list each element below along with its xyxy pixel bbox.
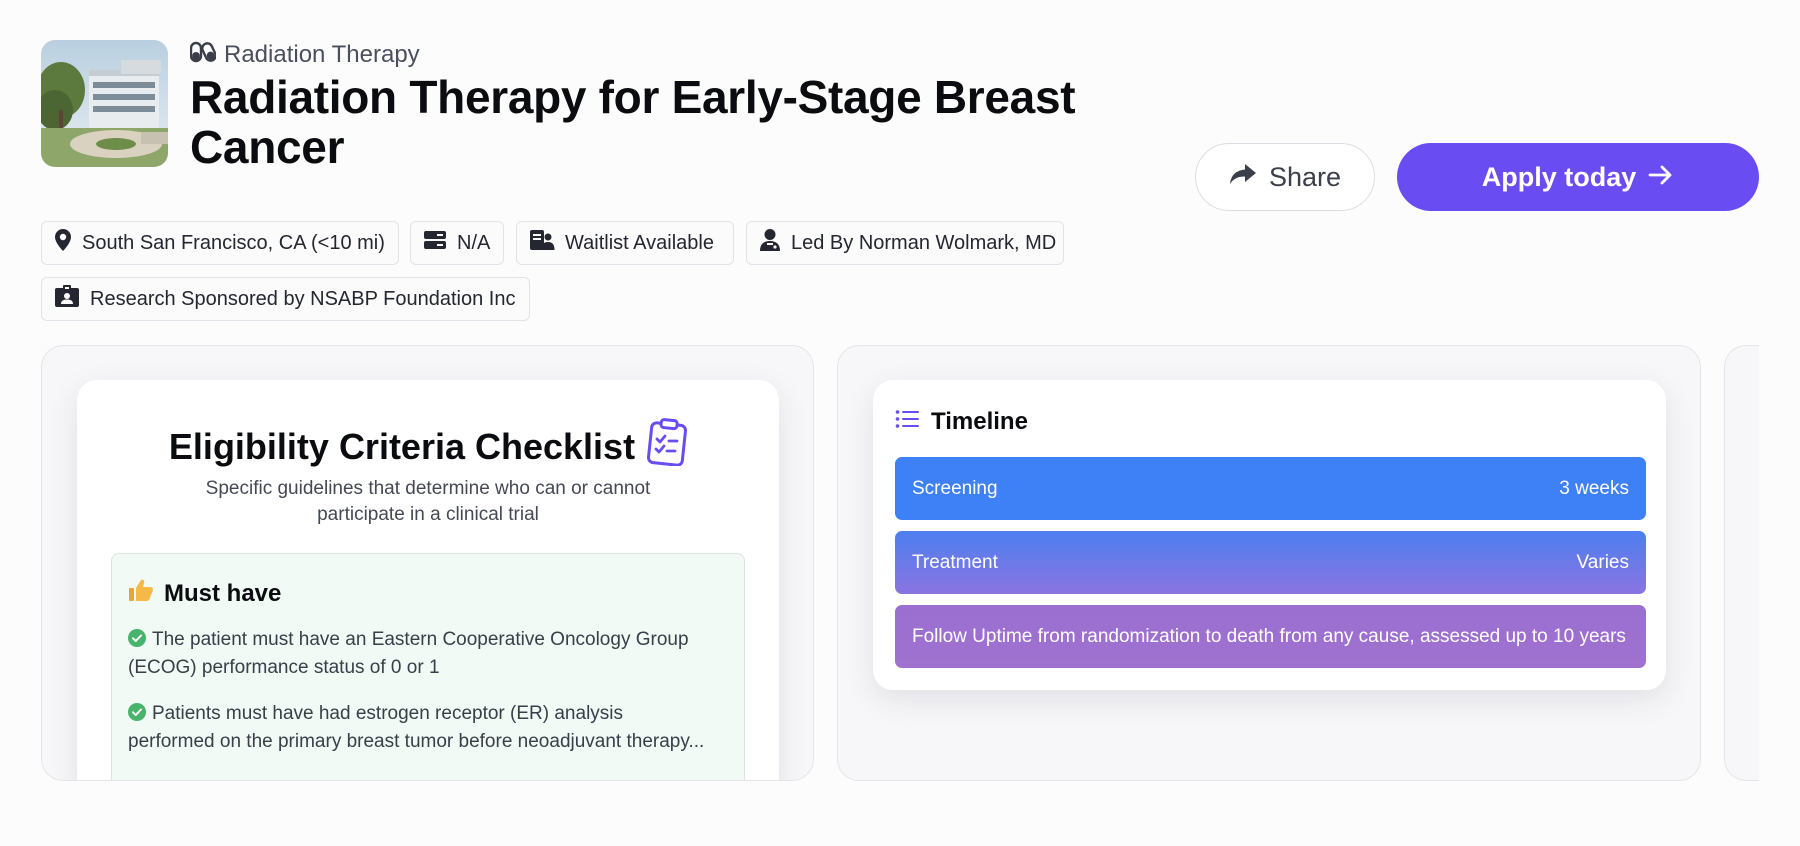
category-label: Radiation Therapy [224,41,420,68]
timeline-row-follow-up: Follow Uptime from randomization to deat… [895,605,1646,668]
eligibility-panel: Eligibility Criteria Checklist Specific … [41,345,814,781]
list-icon [895,408,919,436]
timeline-row-label: Screening [912,477,998,499]
timeline-heading: Timeline [895,408,1028,436]
criterion-item: The patient must have an Eastern Coopera… [128,627,728,681]
trial-category: Radiation Therapy [189,40,420,70]
trial-detail-page: Radiation Therapy Radiation Therapy for … [0,0,1800,846]
eligibility-subtitle: Specific guidelines that determine who c… [177,476,679,528]
doctor-icon [759,228,781,258]
chip-phase: N/A [410,221,504,265]
timeline-row-label: Treatment [912,551,998,573]
chip-label: Led By Norman Wolmark, MD [791,231,1057,254]
timeline-card: Timeline Screening 3 weeks Treatment Var… [873,380,1666,690]
timeline-row-value: 3 weeks [1559,477,1629,499]
chip-lead: Led By Norman Wolmark, MD [746,221,1064,265]
timeline-row-label: Follow Uptime from randomization to deat… [912,625,1626,647]
criterion-text: (ECOG) performance status of 0 or 1 [128,657,440,678]
criterion-text: Patients must have had estrogen receptor… [152,703,624,724]
apply-label: Apply today [1481,161,1637,192]
patient-list-icon [529,228,555,258]
eligibility-heading: Eligibility Criteria Checklist [77,418,779,475]
subtitle-line: participate in a clinical trial [317,504,539,525]
chip-label: South San Francisco, CA (<10 mi) [82,231,385,254]
check-circle-icon [128,703,146,729]
viewport-edge [1759,0,1800,846]
pills-icon [189,41,217,70]
must-have-section: Must have The patient must have an Easte… [111,553,745,780]
timeline-row-treatment: Treatment Varies [895,531,1646,594]
id-badge-icon [54,284,80,314]
clipboard-check-icon [647,418,688,475]
share-label: Share [1268,161,1342,192]
location-pin-icon [54,228,72,258]
eligibility-title: Eligibility Criteria Checklist [168,425,636,467]
thumbs-up-icon [128,578,154,609]
chip-label: Waitlist Available [565,231,714,254]
apply-today-button[interactable]: Apply today [1397,143,1759,211]
subtitle-line: Specific guidelines that determine who c… [205,478,651,499]
arrow-right-icon [1648,162,1674,193]
timeline-row-value: Varies [1576,551,1629,573]
criterion-text: The patient must have an Eastern Coopera… [152,629,689,650]
share-arrow-icon [1229,162,1257,193]
timeline-title: Timeline [931,408,1028,435]
must-have-heading: Must have [128,578,281,609]
chip-waitlist: Waitlist Available [516,221,734,265]
timeline-panel: Timeline Screening 3 weeks Treatment Var… [837,345,1701,781]
share-button[interactable]: Share [1195,143,1375,211]
must-have-label: Must have [164,579,282,607]
chip-label: Research Sponsored by NSABP Foundation I… [90,287,516,310]
server-icon [423,230,447,256]
eligibility-card: Eligibility Criteria Checklist Specific … [77,380,779,780]
chip-location: South San Francisco, CA (<10 mi) [41,221,399,265]
page-title: Radiation Therapy for Early-Stage Breast… [190,71,1076,173]
criterion-text: performed on the primary breast tumor be… [128,731,705,752]
criterion-item: Patients must have had estrogen receptor… [128,701,728,755]
timeline-row-screening: Screening 3 weeks [895,457,1646,520]
chip-label: N/A [457,231,491,254]
trial-thumbnail [41,40,168,167]
chip-sponsor: Research Sponsored by NSABP Foundation I… [41,277,530,321]
check-circle-icon [128,629,146,655]
